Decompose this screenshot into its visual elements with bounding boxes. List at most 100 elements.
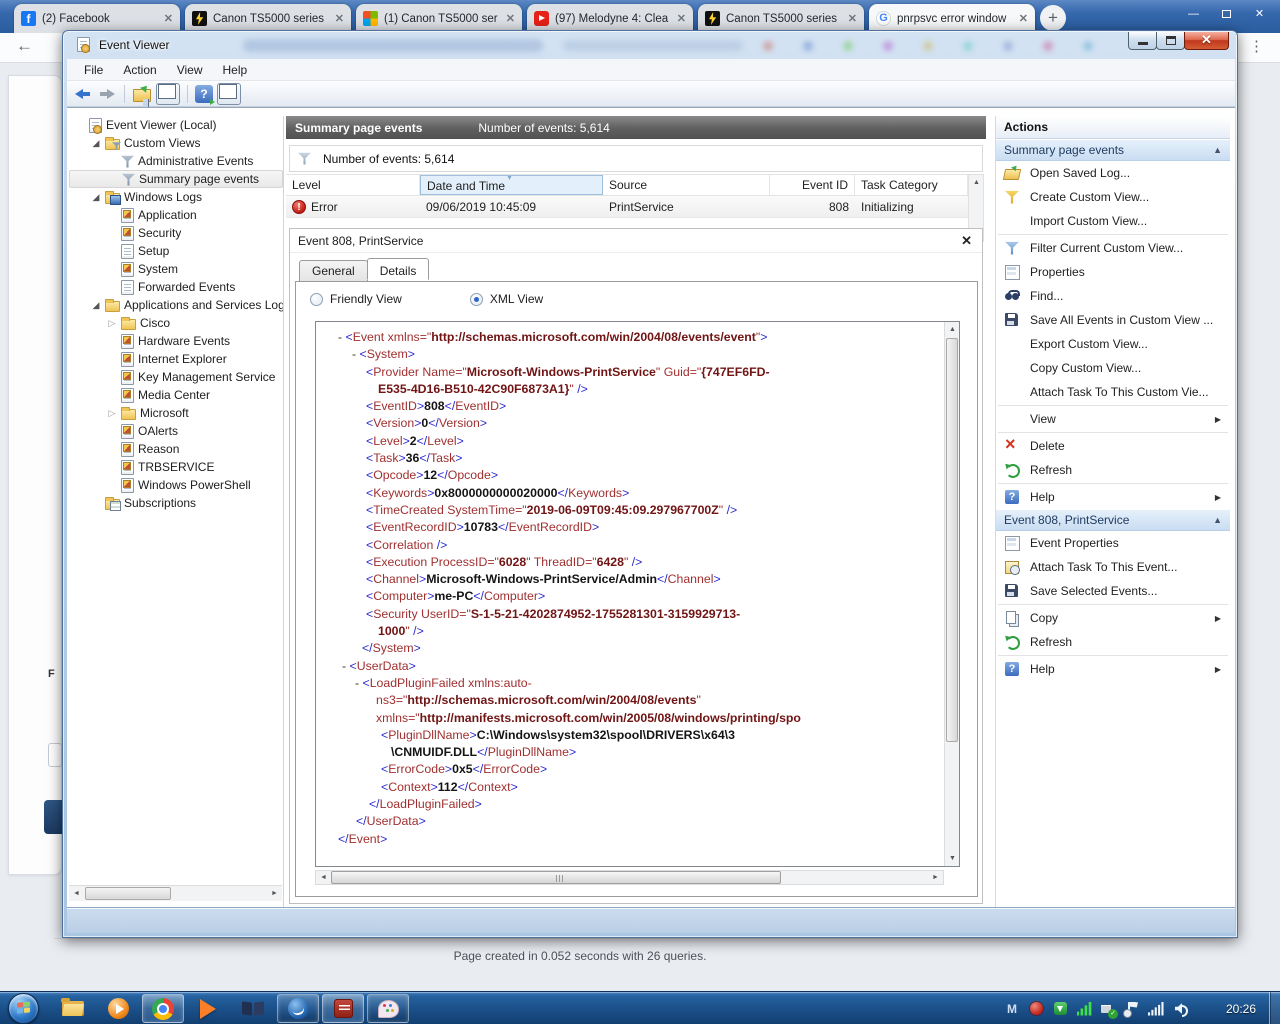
action-copy[interactable]: Copy▶ [996,606,1230,630]
collapse-chevron-icon[interactable]: ▲ [1213,145,1222,155]
action-import-custom-view[interactable]: Import Custom View... [996,209,1230,233]
idm-tray-icon[interactable] [1052,1001,1068,1017]
action-help[interactable]: Help▶ [996,657,1230,681]
taskbar-clock[interactable]: 20:26 [1226,992,1256,1024]
action-refresh[interactable]: Refresh [996,458,1230,482]
radio-friendly-view[interactable]: Friendly View [310,292,402,306]
tree-item-system[interactable]: System [69,260,283,278]
volume-tray-icon[interactable] [1172,1001,1188,1017]
column-header-level[interactable]: Level [286,175,420,195]
tree-item-hardware-events[interactable]: Hardware Events [69,332,283,350]
tree-item-internet-explorer[interactable]: Internet Explorer [69,350,283,368]
menu-action[interactable]: Action [114,61,165,79]
taskbar-item-video-play[interactable] [187,994,229,1023]
tree-item-oalerts[interactable]: OAlerts [69,422,283,440]
action-pane-button[interactable] [217,83,241,105]
scroll-left-icon[interactable]: ◄ [316,870,331,885]
event-table-row[interactable]: !Error 09/06/2019 10:45:09 PrintService … [286,196,968,218]
taskbar-item-chrome[interactable] [142,994,184,1023]
browser-tab-canon-ts5000-series[interactable]: Canon TS5000 series✕ [698,4,864,33]
action-save-all-events-in-custom-view[interactable]: Save All Events in Custom View ... [996,308,1230,332]
show-desktop-button[interactable] [1269,992,1280,1024]
tree-item-reason[interactable]: Reason [69,440,283,458]
action-properties[interactable]: Properties [996,260,1230,284]
collapse-chevron-icon[interactable]: ▲ [1213,515,1222,525]
console-tree-button[interactable] [156,83,180,105]
minimize-button[interactable] [1128,32,1157,50]
column-header-date-and-time[interactable]: ▾Date and Time [420,175,603,195]
tree-item-windows-powershell[interactable]: Windows PowerShell [69,476,283,494]
scroll-up-icon[interactable]: ▲ [969,175,984,190]
action-center-flag-tray-icon[interactable] [1124,1001,1140,1017]
scroll-right-icon[interactable]: ► [928,870,943,885]
action-find[interactable]: Find... [996,284,1230,308]
tree-item-microsoft[interactable]: ▷Microsoft [69,404,283,422]
action-filter-current-custom-view[interactable]: Filter Current Custom View... [996,236,1230,260]
tree-item-event-viewer-local[interactable]: Event Viewer (Local) [69,116,283,134]
action-delete[interactable]: Delete [996,434,1230,458]
taskbar-item-blue-app[interactable] [277,994,319,1023]
scroll-right-icon[interactable]: ► [267,886,282,901]
scrollbar-thumb[interactable] [85,887,171,900]
forward-button[interactable] [97,84,117,104]
tab-close-icon[interactable]: ✕ [506,12,515,25]
column-header-event-id[interactable]: Event ID [770,175,855,195]
action-copy-custom-view[interactable]: Copy Custom View... [996,356,1230,380]
signal-green-tray-icon[interactable] [1076,1001,1092,1017]
network-bars-tray-icon[interactable] [1148,1001,1164,1017]
radio-xml-view[interactable]: XML View [470,292,543,306]
taskbar-item-palette-app[interactable] [367,994,409,1023]
tree-item-cisco[interactable]: ▷Cisco [69,314,283,332]
tab-general[interactable]: General [299,260,368,282]
tree-item-key-management-service[interactable]: Key Management Service [69,368,283,386]
taskbar-item-explorer[interactable] [52,994,94,1023]
malwarebytes-tray-icon[interactable]: M [1004,1001,1020,1017]
action-create-custom-view[interactable]: Create Custom View... [996,185,1230,209]
expander-icon[interactable]: ◢ [91,138,101,149]
maximize-button[interactable] [1156,32,1185,50]
tree-item-forwarded-events[interactable]: Forwarded Events [69,278,283,296]
tree-item-trbservice[interactable]: TRBSERVICE [69,458,283,476]
menu-view[interactable]: View [168,61,212,79]
browser-tab-1-canon-ts5000-ser[interactable]: (1) Canon TS5000 ser✕ [356,4,522,33]
expander-icon[interactable]: ◢ [91,192,101,203]
new-tab-button[interactable]: + [1040,5,1066,31]
actions-section-header-event-808-printservice[interactable]: Event 808, PrintService▲ [996,509,1230,531]
tab-close-icon[interactable]: ✕ [164,12,173,25]
scrollbar-thumb[interactable] [946,338,958,742]
browser-tab-canon-ts5000-series[interactable]: Canon TS5000 series✕ [185,4,351,33]
browser-tab-pnrpsvc-error-window[interactable]: pnrpsvc error window✕ [869,4,1035,33]
scroll-down-icon[interactable]: ▼ [945,851,960,866]
expander-icon[interactable]: ◢ [91,300,101,311]
tree-item-subscriptions[interactable]: Subscriptions [69,494,283,512]
browser-maximize-button[interactable] [1212,5,1241,24]
column-header-source[interactable]: Source [603,175,770,195]
taskbar-item-book[interactable] [232,994,274,1023]
page-button-fragment[interactable] [44,800,62,834]
filter-summary-row[interactable]: Number of events: 5,614 [289,145,983,172]
back-button[interactable] [73,84,93,104]
action-event-properties[interactable]: Event Properties [996,531,1230,555]
tree-item-custom-views[interactable]: ◢Custom Views [69,134,283,152]
tab-close-icon[interactable]: ✕ [335,12,344,25]
action-view[interactable]: View▶ [996,407,1230,431]
tree-item-application[interactable]: Application [69,206,283,224]
tab-close-icon[interactable]: ✕ [1019,12,1028,25]
tab-details[interactable]: Details [367,258,430,280]
browser-minimize-button[interactable]: — [1179,5,1208,24]
expander-icon[interactable]: ▷ [107,318,117,329]
action-open-saved-log[interactable]: Open Saved Log... [996,161,1230,185]
action-attach-task-to-this-custom-vie[interactable]: Attach Task To This Custom Vie... [996,380,1230,404]
tree-item-applications-and-services-logs[interactable]: ◢Applications and Services Logs [69,296,283,314]
action-attach-task-to-this-event[interactable]: Attach Task To This Event... [996,555,1230,579]
browser-tab-97-melodyne-4-clea[interactable]: (97) Melodyne 4: Clea✕ [527,4,693,33]
tree-item-administrative-events[interactable]: Administrative Events [69,152,283,170]
usb-safely-remove-tray-icon[interactable] [1100,1001,1116,1017]
scrollbar-thumb[interactable] [331,871,781,884]
close-panel-icon[interactable]: ✕ [961,233,972,249]
taskbar-item-media-orange[interactable] [97,994,139,1023]
taskbar-item-red-app[interactable] [322,994,364,1023]
browser-back-icon[interactable]: ← [16,36,33,56]
open-saved-log-button[interactable] [132,84,152,104]
action-refresh[interactable]: Refresh [996,630,1230,654]
